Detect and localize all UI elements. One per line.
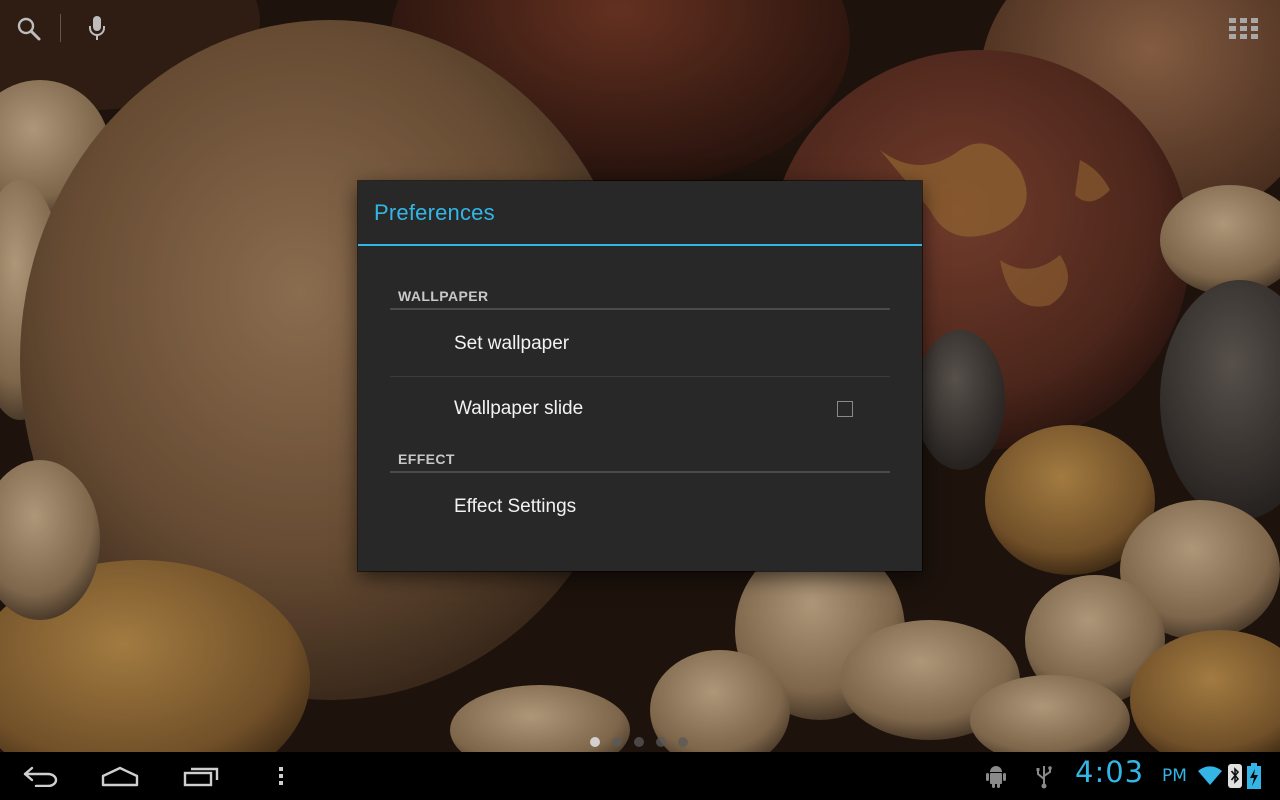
page-indicator [590, 737, 700, 749]
page-dot [678, 737, 688, 747]
page-dot [656, 737, 666, 747]
page-dot [634, 737, 644, 747]
home-icon [101, 766, 139, 787]
section-divider-effect [390, 471, 890, 473]
pref-label: Effect Settings [454, 496, 577, 517]
recent-apps-button[interactable] [174, 752, 230, 800]
pref-label: Wallpaper slide [454, 398, 584, 419]
bluetooth-icon [1228, 752, 1242, 800]
mic-icon[interactable] [86, 14, 108, 42]
section-header-wallpaper: WALLPAPER [398, 288, 489, 304]
page-dot-active [590, 737, 600, 747]
dialog-title-divider [358, 244, 922, 246]
menu-button[interactable] [266, 752, 296, 800]
android-debug-icon [984, 752, 1008, 800]
apps-grid-icon[interactable] [1229, 18, 1259, 40]
back-icon [23, 766, 58, 787]
search-icon[interactable] [16, 16, 42, 42]
battery-charging-icon [1247, 752, 1265, 800]
dialog-title: Preferences [374, 200, 495, 225]
usb-icon [1034, 752, 1054, 800]
system-bar: 4:03 PM [0, 752, 1280, 800]
section-divider-wallpaper [390, 308, 890, 310]
recent-apps-icon [183, 767, 219, 787]
page-dot [612, 737, 622, 747]
wallpaper-slide-checkbox[interactable] [837, 401, 853, 417]
pref-effect-settings[interactable]: Effect Settings [390, 475, 890, 539]
home-button[interactable] [92, 752, 148, 800]
pref-wallpaper-slide[interactable]: Wallpaper slide [390, 377, 890, 441]
back-button[interactable] [14, 752, 68, 800]
pref-set-wallpaper[interactable]: Set wallpaper [390, 312, 890, 376]
clock-ampm: PM [1162, 766, 1187, 786]
menu-overflow-icon [279, 767, 283, 785]
home-screen: Preferences WALLPAPER Set wallpaper Wall… [0, 0, 1280, 800]
pref-label: Set wallpaper [454, 333, 570, 354]
clock-time: 4:03 [1075, 755, 1145, 789]
search-bar-divider [60, 14, 61, 42]
wifi-icon [1197, 752, 1223, 800]
preferences-dialog: Preferences WALLPAPER Set wallpaper Wall… [358, 181, 922, 571]
section-header-effect: EFFECT [398, 451, 455, 467]
